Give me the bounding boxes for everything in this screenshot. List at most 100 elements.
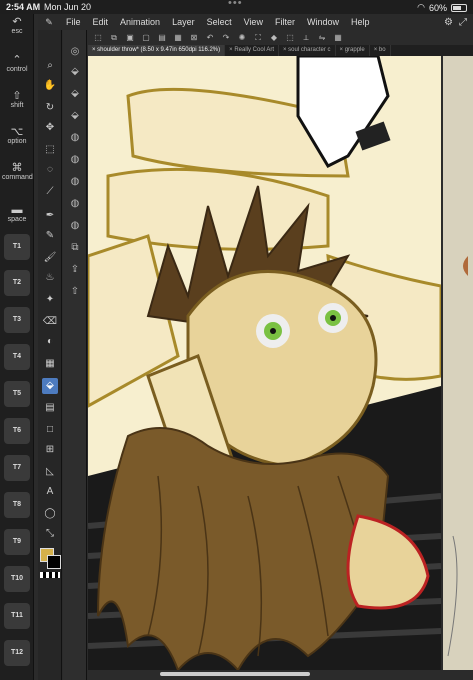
menu-animation[interactable]: Animation [114,17,166,27]
fullscreen-icon[interactable]: ⤢ [459,17,467,28]
control-key[interactable]: ⌃ control [2,54,32,73]
pencil-tool-icon[interactable]: ✎ [42,228,58,244]
sub-tool-2-icon[interactable]: ⬙ [67,64,83,80]
menu-file[interactable]: File [60,17,87,27]
tab-label: Really Cool Art [234,47,274,53]
tab-really-cool-art[interactable]: × Really Cool Art [225,45,279,56]
loading-icon[interactable]: ✺ [236,33,248,42]
menu-edit[interactable]: Edit [87,17,115,27]
frame-tool-icon[interactable]: ⊞ [42,442,58,458]
edge-keyboard: ↶ esc ⌃ control ⇧ shift ⌥ option ⌘ command ▬ s… [0,14,34,680]
sub-tool-9-icon[interactable]: ◍ [67,218,83,234]
tab-bo[interactable]: × bo [370,45,391,56]
t8-key[interactable]: T8 [4,492,30,518]
t2-key[interactable]: T2 [4,270,30,296]
lasso-tool-icon[interactable]: ◌ [42,162,58,178]
brush-tool-icon[interactable]: 🖌 [42,250,58,266]
space-key[interactable]: ▬ space [2,204,32,223]
copy-icon[interactable]: ⧉ [108,33,120,43]
tab-grapple[interactable]: × grapple [336,45,370,56]
sub-tool-1-icon[interactable]: ◎ [67,44,83,60]
deselect-icon[interactable]: ⬚ [284,33,296,42]
airbrush-tool-icon[interactable]: ♨ [42,270,58,286]
sub-tool-5-icon[interactable]: ◍ [67,130,83,146]
tool-palette: ⌕ ✋ ↻ ✥ ⬚ ◌ ⟋ ✒ ✎ 🖌 ♨ ✦ ⌫ ◐ ▦ ⬙ ▤ □ ⊞ ◺ … [38,30,62,680]
t9-key[interactable]: T9 [4,529,30,555]
command-icon: ⌘ [11,162,23,174]
redo-icon[interactable]: ↷ [220,33,232,42]
status-bar: 2:54 AM Mon Jun 20 ••• ◠ 60% [0,0,473,14]
t11-key[interactable]: T11 [4,603,30,629]
t6-key[interactable]: T6 [4,418,30,444]
sub-tool-3-icon[interactable]: ⬙ [67,86,83,102]
rotate-tool-icon[interactable]: ↻ [42,100,58,116]
command-key[interactable]: ⌘ command [2,162,33,181]
tab-shoulder-throw[interactable]: × shoulder throw* (8.50 x 9.47in 650dpi … [88,45,226,56]
figure-tool-icon[interactable]: □ [42,422,58,438]
sub-tool-7-icon[interactable]: ◍ [67,174,83,190]
export-icon[interactable]: ⇪ [67,262,83,278]
ruler-tool-icon[interactable]: ◺ [42,464,58,480]
status-date: Mon Jun 20 [44,2,92,12]
blend-tool-icon[interactable]: ◐ [42,334,58,350]
status-right: ◠ 60% [417,2,467,13]
t7-key[interactable]: T7 [4,455,30,481]
clear-icon[interactable]: ⊠ [188,33,200,42]
menu-help[interactable]: Help [345,17,376,27]
grid-toggle-icon[interactable]: ▦ [332,33,344,42]
fill-tool-icon[interactable]: ▦ [42,356,58,372]
pen-tool-icon[interactable]: ✒ [42,208,58,224]
flip-icon[interactable]: ⇋ [316,33,328,42]
t4-key[interactable]: T4 [4,344,30,370]
transparent-color-swatch[interactable] [40,572,60,578]
menu-view[interactable]: View [238,17,269,27]
sub-tool-6-icon[interactable]: ◍ [67,152,83,168]
new-icon[interactable]: ▤ [156,33,168,42]
move-tool-icon[interactable]: ✥ [42,120,58,136]
grid-icon[interactable]: ▦ [172,33,184,42]
esc-key[interactable]: ↶ esc [2,16,32,35]
sub-tool-8-icon[interactable]: ◍ [67,196,83,212]
share-icon[interactable]: ⇧ [67,284,83,300]
select-all-icon[interactable]: ⬚ [92,33,104,42]
t12-key[interactable]: T12 [4,640,30,666]
hand-tool-icon[interactable]: ✋ [42,78,58,94]
menu-layer[interactable]: Layer [166,17,201,27]
balloon-tool-icon[interactable]: ◯ [42,506,58,522]
menu-select[interactable]: Select [201,17,238,27]
sub-color-swatch[interactable] [47,555,61,569]
fill-icon[interactable]: ◆ [268,33,280,42]
drawing-canvas[interactable] [88,56,441,670]
t1-key[interactable]: T1 [4,234,30,260]
undo-icon: ↶ [12,16,22,28]
save-icon[interactable]: ▢ [140,33,152,42]
t10-key[interactable]: T10 [4,566,30,592]
crop-icon[interactable]: ⟂ [300,33,312,43]
layer-panel-icon[interactable]: ⧉ [67,240,83,256]
adjacent-canvas[interactable] [443,56,473,670]
t5-key[interactable]: T5 [4,381,30,407]
menu-window[interactable]: Window [301,17,345,27]
fill-bucket-icon[interactable]: ⬙ [42,378,58,394]
eyedropper-tool-icon[interactable]: ⟋ [42,184,58,200]
settings-icon[interactable]: ⚙ [444,17,453,28]
paste-icon[interactable]: ▣ [124,33,136,42]
correct-line-tool-icon[interactable]: ⤡ [42,526,58,542]
decoration-tool-icon[interactable]: ✦ [42,292,58,308]
app-logo-icon[interactable]: ✎ [38,17,60,28]
text-tool-icon[interactable]: A [42,484,58,500]
scale-icon[interactable]: ⛶ [252,33,264,43]
eraser-tool-icon[interactable]: ⌫ [42,314,58,330]
multitask-dots-icon[interactable]: ••• [228,0,243,9]
undo-icon[interactable]: ↶ [204,33,216,42]
menu-filter[interactable]: Filter [269,17,301,27]
gradient-tool-icon[interactable]: ▤ [42,400,58,416]
sub-tool-palette: ◎ ⬙ ⬙ ⬙ ◍ ◍ ◍ ◍ ◍ ⧉ ⇪ ⇧ [63,30,87,680]
sub-tool-4-icon[interactable]: ⬙ [67,108,83,124]
tab-soul-character[interactable]: × soul character c [279,45,336,56]
zoom-tool-icon[interactable]: ⌕ [42,58,58,74]
t3-key[interactable]: T3 [4,307,30,333]
transform-tool-icon[interactable]: ⬚ [42,142,58,158]
option-key[interactable]: ⌥ option [2,126,32,145]
shift-key[interactable]: ⇧ shift [2,90,32,109]
